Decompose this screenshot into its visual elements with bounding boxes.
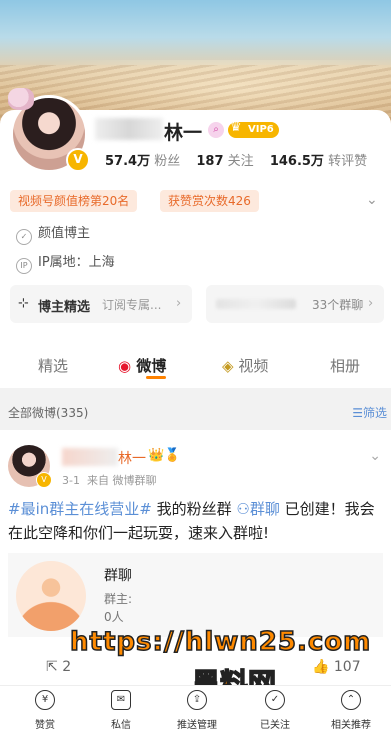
group-card-count: 0人 xyxy=(104,610,124,624)
ip-row: IP IP属地：上海 xyxy=(16,251,115,274)
crown-icon: 👑 xyxy=(148,448,165,463)
watermark-url: https://hlwn25.com xyxy=(69,626,372,658)
featured-card[interactable]: ⊹ 博主精选 订阅专属... › xyxy=(10,285,192,323)
chevron-right-icon: › xyxy=(368,296,374,311)
blurred-group-names xyxy=(216,299,296,309)
group-icon: ⚇ xyxy=(236,500,250,518)
video-icon: ◈ xyxy=(222,357,234,375)
reward-badge[interactable]: 获赞赏次数426 xyxy=(160,190,259,212)
hashtag-link[interactable]: #最in群主在线营业# xyxy=(8,500,152,518)
post-name-blurred xyxy=(62,448,118,466)
yen-icon: ¥ xyxy=(35,690,55,710)
verified-v-icon: V xyxy=(66,148,90,172)
groups-card[interactable]: 33个群聊 › xyxy=(206,285,384,323)
category-row: ✓ 颜值博主 xyxy=(16,222,90,245)
weibo-logo-icon: ◉ xyxy=(118,357,132,375)
check-icon: ✓ xyxy=(265,690,285,710)
push-manage-button[interactable]: ⇪ 推送管理 xyxy=(162,690,232,731)
recommend-icon: ⌃ xyxy=(341,690,361,710)
reward-button[interactable]: ¥ 赞赏 xyxy=(10,690,80,731)
like-button[interactable]: 👍 107 xyxy=(312,659,361,675)
group-card-owner: 群主: xyxy=(104,592,133,606)
post-badges: 👑🏅 xyxy=(148,448,180,463)
group-avatar-icon xyxy=(16,561,86,631)
following-button[interactable]: ✓ 已关注 xyxy=(240,690,310,731)
post-date: 3-1 xyxy=(62,474,80,487)
chevron-down-icon[interactable]: ⌄ xyxy=(366,192,378,208)
sticker-decoration xyxy=(8,88,34,110)
following-count[interactable]: 187 xyxy=(196,154,223,169)
profile-tabs: 精选 ◉ 微博 ◈ 视频 相册 xyxy=(0,345,391,385)
push-icon: ⇪ xyxy=(187,690,207,710)
crown-icon: ♛ xyxy=(230,120,242,135)
verified-v-icon: V xyxy=(36,472,52,488)
profile-name: 林一 xyxy=(164,122,203,144)
fans-label: 粉丝 xyxy=(154,154,181,169)
interactions-count[interactable]: 146.5万 xyxy=(270,154,324,169)
recommend-button[interactable]: ⌃ 相关推荐 xyxy=(316,690,386,731)
group-link[interactable]: ⚇群聊 xyxy=(236,500,279,518)
magnifier-badge-icon[interactable]: ⌕ xyxy=(208,122,224,138)
tab-album[interactable]: 相册 xyxy=(330,355,360,376)
tab-weibo[interactable]: ◉ 微博 xyxy=(118,355,166,376)
vip-badge[interactable]: ♛ VIP6 xyxy=(228,120,279,138)
groups-label: 33个群聊 xyxy=(312,298,364,312)
tab-featured[interactable]: 精选 xyxy=(38,355,68,376)
chevron-right-icon: › xyxy=(176,296,182,311)
post-text: #最in群主在线营业# 我的粉丝群 ⚇群聊 已创建！我会在此空降和你们一起玩耍，… xyxy=(8,500,375,542)
repost-icon: ⇱ xyxy=(46,659,58,675)
post-author[interactable]: 林一 xyxy=(118,448,146,468)
following-label: 关注 xyxy=(227,154,254,169)
shield-icon: ✓ xyxy=(16,229,32,245)
group-card[interactable]: 群聊 群主: 0人 xyxy=(8,553,383,637)
medal-icon: 🏅 xyxy=(164,448,181,463)
profile-stats: 57.4万 粉丝 187 关注 146.5万 转评赞 xyxy=(105,150,379,169)
post-source: 来自 微博群聊 xyxy=(86,474,157,487)
interactions-label: 转评赞 xyxy=(328,154,368,169)
group-card-title: 群聊 xyxy=(104,568,132,584)
chevron-down-icon[interactable]: ⌄ xyxy=(369,448,381,464)
all-posts-label: 全部微博(335) xyxy=(8,406,89,420)
post-meta: 3-1 来自 微博群聊 xyxy=(62,472,156,488)
message-button[interactable]: ✉ 私信 xyxy=(86,690,156,731)
fans-count[interactable]: 57.4万 xyxy=(105,154,150,169)
message-icon: ✉ xyxy=(111,690,131,710)
ip-icon: IP xyxy=(16,258,32,274)
rank-badge[interactable]: 视频号颜值榜第20名 xyxy=(10,190,138,212)
filter-icon: ☰ xyxy=(352,406,363,420)
filter-button[interactable]: ☰筛选 xyxy=(352,404,387,421)
plus-icon: ⊹ xyxy=(18,296,29,311)
featured-sub: 订阅专属... xyxy=(102,298,162,312)
like-icon: 👍 xyxy=(312,659,330,675)
tab-indicator xyxy=(146,376,166,379)
tab-video[interactable]: ◈ 视频 xyxy=(222,355,268,376)
name-blurred xyxy=(95,118,163,140)
featured-label: 博主精选 xyxy=(38,300,91,315)
repost-button[interactable]: ⇱ 2 xyxy=(46,659,71,675)
bottom-action-bar: ¥ 赞赏 ✉ 私信 ⇪ 推送管理 ✓ 已关注 ⌃ 相关推荐 xyxy=(0,685,391,736)
